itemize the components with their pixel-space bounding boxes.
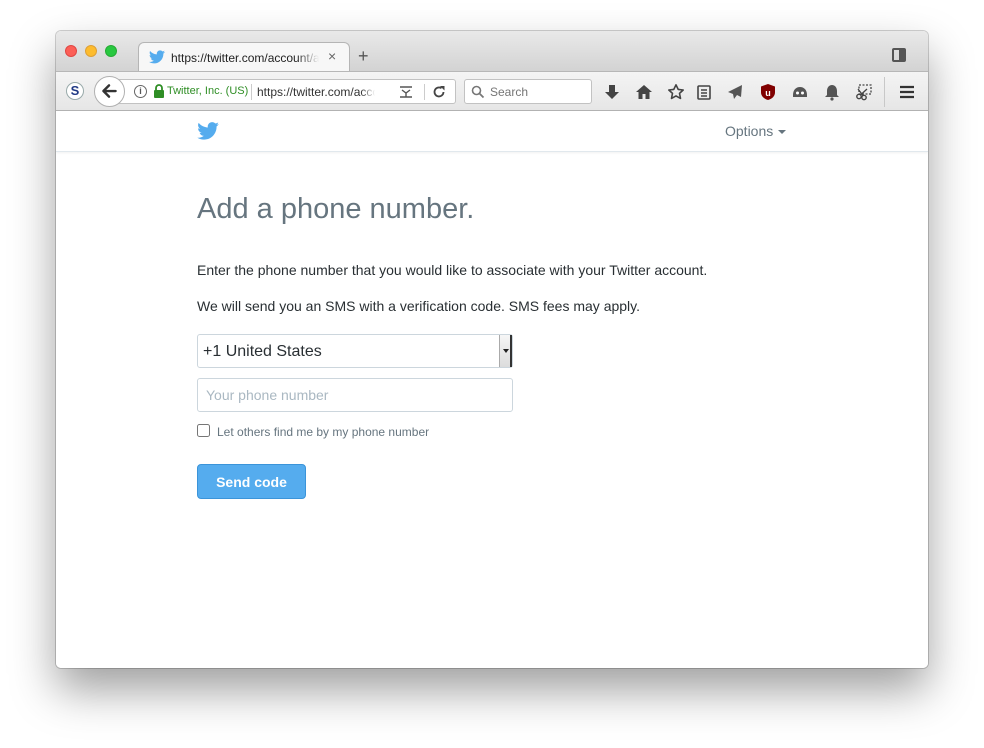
browser-window: https://twitter.com/account/add × + S i … bbox=[56, 31, 928, 668]
options-label: Options bbox=[725, 123, 774, 139]
url-text[interactable]: https://twitter.com/account/add bbox=[257, 85, 375, 99]
twitter-logo-icon[interactable] bbox=[197, 122, 219, 140]
send-paper-plane-icon[interactable] bbox=[726, 83, 744, 101]
discoverability-label[interactable]: Let others find me by my phone number bbox=[217, 425, 429, 439]
country-select[interactable]: +1 United States bbox=[197, 334, 513, 368]
reload-icon[interactable] bbox=[432, 85, 446, 99]
search-bar[interactable] bbox=[464, 79, 592, 104]
privacy-extension-icon[interactable] bbox=[791, 83, 809, 101]
url-divider bbox=[424, 84, 425, 100]
home-icon[interactable] bbox=[635, 83, 653, 101]
close-tab-icon[interactable]: × bbox=[328, 48, 336, 64]
url-divider bbox=[251, 84, 252, 100]
twitter-bird-icon bbox=[149, 50, 165, 64]
country-select-value: +1 United States bbox=[203, 343, 322, 360]
zoom-window-button[interactable] bbox=[105, 45, 117, 57]
discoverability-checkbox[interactable] bbox=[197, 424, 210, 437]
search-input[interactable] bbox=[490, 85, 585, 99]
new-tab-icon[interactable]: + bbox=[358, 46, 369, 66]
twitter-header: Options bbox=[56, 111, 928, 152]
bookmark-star-icon[interactable] bbox=[667, 83, 685, 101]
lock-icon bbox=[154, 84, 164, 98]
bookmarks-menu-icon[interactable] bbox=[695, 83, 713, 101]
page-content: Options Add a phone number. Enter the ph… bbox=[56, 111, 928, 668]
reader-view-icon[interactable] bbox=[399, 85, 413, 99]
s-extension-icon[interactable]: S bbox=[66, 82, 84, 100]
send-code-button[interactable]: Send code bbox=[197, 464, 306, 499]
caret-down-icon bbox=[778, 130, 787, 135]
search-icon bbox=[471, 85, 485, 99]
page-title: Add a phone number. bbox=[197, 193, 475, 225]
ublock-icon[interactable]: u bbox=[759, 83, 777, 101]
screenshot-scissors-icon[interactable] bbox=[855, 83, 873, 101]
dropdown-arrow-icon[interactable] bbox=[499, 335, 512, 367]
intro-text: Enter the phone number that you would li… bbox=[197, 262, 708, 278]
options-menu[interactable]: Options bbox=[725, 123, 787, 139]
back-button[interactable] bbox=[94, 76, 125, 107]
sms-notice-text: We will send you an SMS with a verificat… bbox=[197, 298, 641, 314]
url-bar[interactable]: i Twitter, Inc. (US) https://twitter.com… bbox=[116, 79, 456, 104]
title-bar: https://twitter.com/account/add × + bbox=[56, 31, 928, 72]
phone-number-input[interactable] bbox=[197, 378, 513, 412]
nav-toolbar: S i Twitter, Inc. (US) https://twitter.c… bbox=[56, 71, 928, 111]
back-arrow-icon bbox=[102, 84, 117, 98]
tab-title: https://twitter.com/account/add bbox=[171, 51, 319, 65]
site-identity[interactable]: Twitter, Inc. (US) bbox=[167, 85, 248, 97]
close-window-button[interactable] bbox=[65, 45, 77, 57]
info-icon[interactable]: i bbox=[134, 85, 147, 98]
browser-tab[interactable]: https://twitter.com/account/add × bbox=[138, 42, 350, 72]
svg-text:u: u bbox=[765, 88, 771, 98]
minimize-window-button[interactable] bbox=[85, 45, 97, 57]
toolbar-divider bbox=[884, 77, 885, 107]
downloads-icon[interactable] bbox=[603, 83, 621, 101]
sidebar-toggle-icon[interactable] bbox=[892, 48, 906, 62]
hamburger-menu-icon[interactable] bbox=[898, 83, 916, 101]
notification-bell-icon[interactable] bbox=[823, 83, 841, 101]
